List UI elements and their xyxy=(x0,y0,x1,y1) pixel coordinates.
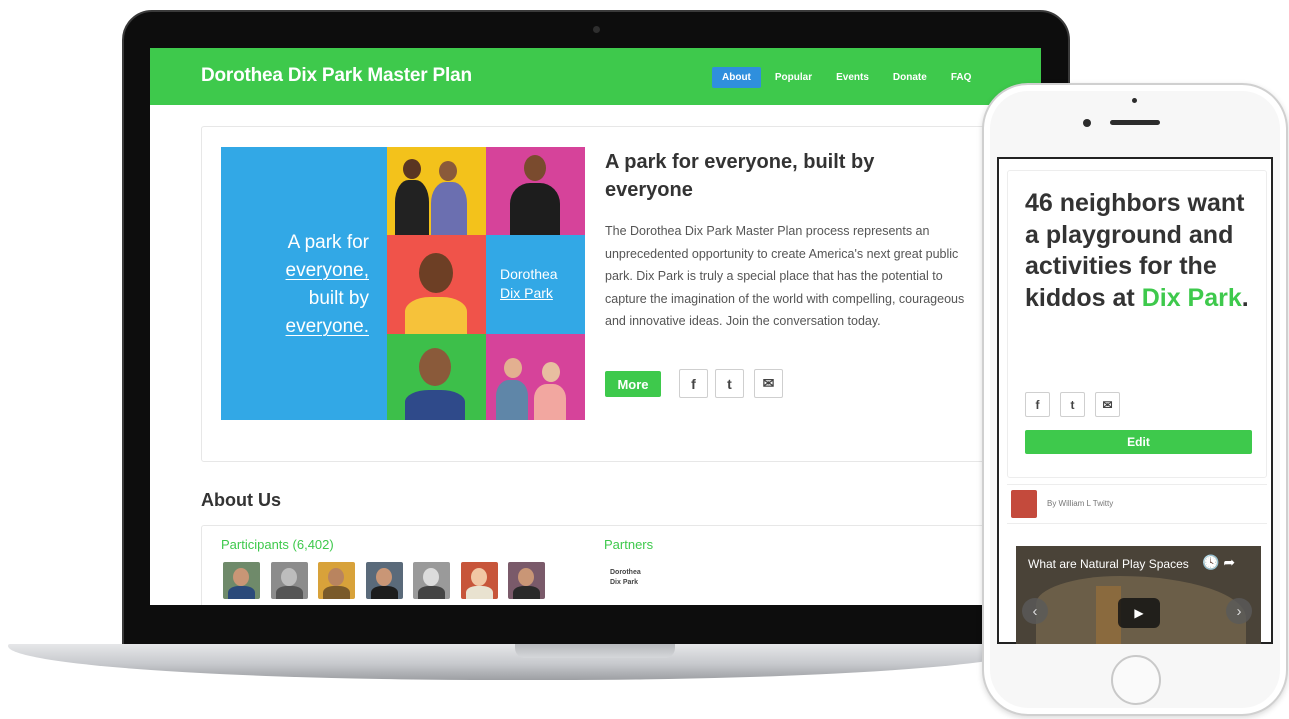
next-arrow-icon[interactable]: › xyxy=(1226,598,1252,624)
nav-about[interactable]: About xyxy=(712,67,761,88)
site-navbar: Dorothea Dix Park Master Plan About Popu… xyxy=(150,48,1041,105)
hero-image: A park for everyone, built by everyone. … xyxy=(221,147,585,420)
facebook-icon[interactable]: f xyxy=(679,369,708,398)
photo-tile xyxy=(387,235,486,334)
watch-later-share-icon[interactable]: 🕓 ➦ xyxy=(1202,554,1235,571)
tagline-tile: A park for everyone, built by everyone. xyxy=(221,147,387,420)
edit-button[interactable]: Edit xyxy=(1025,430,1252,454)
participant-avatar[interactable] xyxy=(223,562,260,599)
hero-heading: A park for everyone, built by everyone xyxy=(605,151,875,201)
park-logo: Dorothea Dix Park xyxy=(500,265,558,303)
logo-line: Dix Park xyxy=(500,285,553,301)
photo-tile xyxy=(387,334,486,420)
partners-link[interactable]: Partners xyxy=(604,537,653,552)
photo-tile xyxy=(486,334,585,420)
partner-logo-line: Dorothea xyxy=(610,569,641,576)
about-title: About Us xyxy=(201,490,281,510)
twitter-icon[interactable]: t xyxy=(715,369,744,398)
tagline-line: everyone. xyxy=(285,316,369,337)
logo-tile: Dorothea Dix Park xyxy=(486,235,585,334)
participant-avatar[interactable] xyxy=(461,562,498,599)
photo-tile xyxy=(387,147,486,235)
nav-popular[interactable]: Popular xyxy=(765,67,822,88)
play-icon[interactable]: ▶ xyxy=(1118,598,1160,628)
twitter-icon[interactable]: t xyxy=(1060,392,1085,417)
speaker-grille xyxy=(1110,120,1160,125)
hero-description: The Dorothea Dix Park Master Plan proces… xyxy=(605,224,965,328)
video-title[interactable]: What are Natural Play Spaces xyxy=(1028,557,1189,571)
prev-arrow-icon[interactable]: ‹ xyxy=(1022,598,1048,624)
participant-avatar[interactable] xyxy=(318,562,355,599)
nav-donate[interactable]: Donate xyxy=(883,67,937,88)
more-button[interactable]: More xyxy=(605,371,661,397)
laptop-notch xyxy=(515,644,675,658)
participant-avatar[interactable] xyxy=(413,562,450,599)
mobile-post-heading: 46 neighbors want a playground and activ… xyxy=(1025,188,1253,314)
author-avatar[interactable] xyxy=(1011,490,1037,518)
tagline: A park for everyone, built by everyone. xyxy=(239,229,369,341)
participant-avatar[interactable] xyxy=(366,562,403,599)
facebook-icon[interactable]: f xyxy=(1025,392,1050,417)
participant-avatar[interactable] xyxy=(271,562,308,599)
tagline-line: A park for xyxy=(287,232,369,253)
photo-tile xyxy=(486,147,585,235)
participant-avatar[interactable] xyxy=(508,562,545,599)
partner-logo[interactable]: Dorothea Dix Park xyxy=(610,568,641,588)
partner-logo-line: Dix Park xyxy=(610,579,639,586)
heading-highlight[interactable]: Dix Park xyxy=(1142,284,1242,312)
mail-icon[interactable]: ✉ xyxy=(1095,392,1120,417)
video-player[interactable]: What are Natural Play Spaces 🕓 ➦ ‹ ▶ › xyxy=(1016,546,1261,644)
heading-end: . xyxy=(1241,283,1249,312)
author-name[interactable]: By William L Twitty xyxy=(1047,499,1113,508)
front-camera-icon xyxy=(1083,119,1091,127)
tagline-line: built by xyxy=(308,288,369,309)
camera-icon xyxy=(593,26,600,33)
sensor-icon xyxy=(1132,98,1137,103)
tagline-line: everyone, xyxy=(285,260,369,281)
home-button[interactable] xyxy=(1111,655,1161,705)
logo-line: Dorothea xyxy=(500,266,558,282)
laptop-screen: Dorothea Dix Park Master Plan About Popu… xyxy=(150,48,1041,605)
site-title[interactable]: Dorothea Dix Park Master Plan xyxy=(201,65,472,87)
author-row xyxy=(1007,484,1267,524)
nav-links: About Popular Events Donate FAQ xyxy=(712,67,981,88)
mail-icon[interactable]: ✉ xyxy=(754,369,783,398)
participants-link[interactable]: Participants (6,402) xyxy=(221,537,334,552)
nav-faq[interactable]: FAQ xyxy=(941,67,982,88)
nav-events[interactable]: Events xyxy=(826,67,879,88)
